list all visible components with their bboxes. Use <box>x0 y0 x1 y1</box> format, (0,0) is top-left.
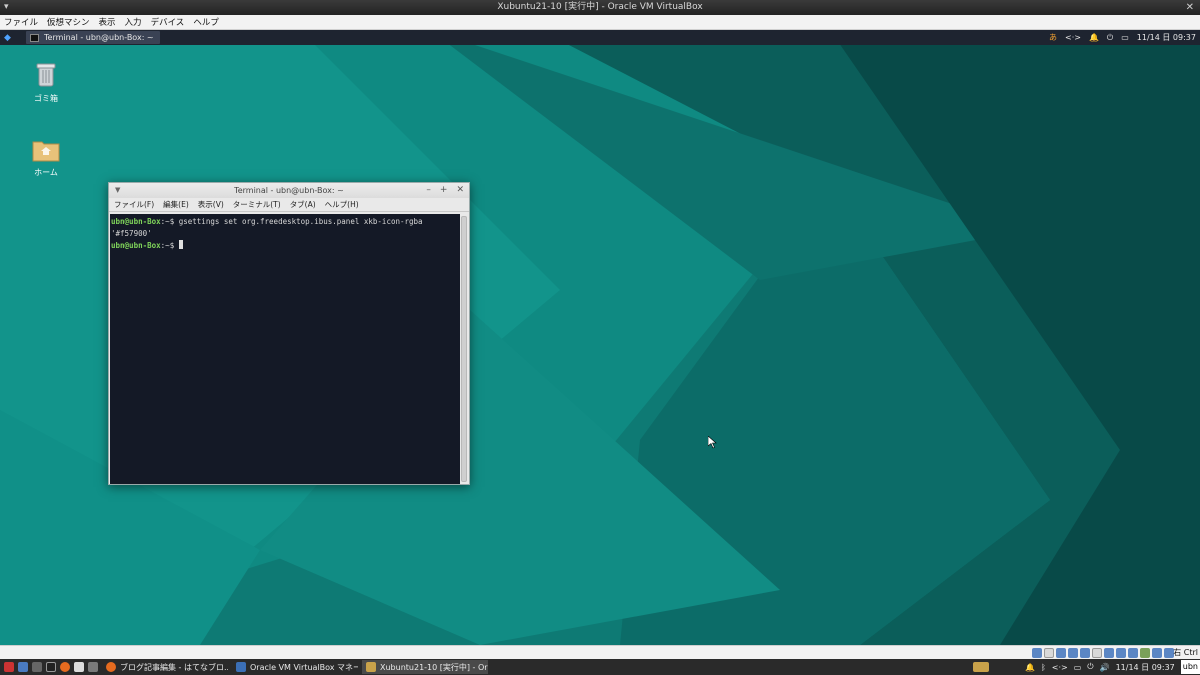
prompt-suffix: :~$ <box>160 241 179 250</box>
host-key-label: 右 Ctrl <box>1173 648 1198 657</box>
host-taskbar: ブログ記事編集 - はてなブロ... Oracle VM VirtualBox … <box>0 659 1200 675</box>
scrollbar-thumb[interactable] <box>461 216 467 482</box>
desktop-icon-trash[interactable]: ゴミ箱 <box>26 62 66 104</box>
host-task-label: Oracle VM VirtualBox マネー... <box>250 662 358 672</box>
desktop-icon-label: ホーム <box>34 168 58 177</box>
host-power-icon[interactable]: ⏻ <box>1087 662 1093 672</box>
hdd-status-icon[interactable] <box>1032 648 1042 658</box>
terminal-menu-help[interactable]: ヘルプ(H) <box>325 199 359 210</box>
notification-bell-icon[interactable]: 🔔 <box>1089 33 1099 42</box>
terminal-menu-edit[interactable]: 編集(E) <box>163 199 189 210</box>
close-window-icon[interactable]: ✕ <box>1186 0 1194 15</box>
firefox-icon <box>106 662 116 672</box>
panel-task-terminal[interactable]: Terminal - ubn@ubn-Box: ~ <box>26 31 160 44</box>
prompt-user: ubn@ubn-Box <box>111 241 161 250</box>
prompt-user: ubn@ubn-Box <box>111 217 161 226</box>
usb-status-icon[interactable] <box>1080 648 1090 658</box>
bluetooth-icon[interactable]: ᛒ <box>1041 663 1046 672</box>
vbox-titlebar: ▾ Xubuntu21-10 [実行中] - Oracle VM Virtual… <box>0 0 1200 15</box>
terminal-menu-tabs[interactable]: タブ(A) <box>290 199 316 210</box>
terminal-titlebar[interactable]: ▼ Terminal - ubn@ubn-Box: ~ – + ✕ <box>109 183 469 198</box>
recording-icon[interactable] <box>1116 648 1126 658</box>
host-network-icon[interactable]: <·> <box>1052 663 1068 672</box>
host-display-icon[interactable]: ▭ <box>1074 663 1082 672</box>
vbox-window-title: Xubuntu21-10 [実行中] - Oracle VM VirtualBo… <box>497 2 703 12</box>
keyboard-status-icon[interactable] <box>1152 648 1162 658</box>
network-icon[interactable]: <·> <box>1065 33 1081 42</box>
guest-top-panel: ◆ Terminal - ubn@ubn-Box: ~ あ <·> 🔔 ⏻ ▭ … <box>0 30 1200 45</box>
shared-folder-icon[interactable] <box>1092 648 1102 658</box>
terminal-menu-file[interactable]: ファイル(F) <box>114 199 154 210</box>
guest-tray: あ <·> 🔔 ⏻ ▭ 11/14 日 09:37 <box>1049 30 1196 45</box>
vbox-statusbar: 右 Ctrl <box>0 645 1200 659</box>
maximize-icon[interactable]: + <box>440 183 448 198</box>
terminal-menubar: ファイル(F) 編集(E) 表示(V) ターミナル(T) タブ(A) ヘルプ(H… <box>109 198 469 212</box>
vbox-menubar: ファイル 仮想マシン 表示 入力 デバイス ヘルプ <box>0 15 1200 30</box>
host-volume-icon[interactable]: 🔊 <box>1100 663 1110 672</box>
mouse-pointer-icon <box>708 436 717 449</box>
mouse-integration-icon[interactable] <box>1140 648 1150 658</box>
host-bell-icon[interactable]: 🔔 <box>1025 663 1035 672</box>
host-task-firefox[interactable]: ブログ記事編集 - はてなブロ... <box>102 660 228 674</box>
vbox-menu-view[interactable]: 表示 <box>99 16 116 28</box>
prompt-suffix: :~$ <box>160 217 179 226</box>
host-user-button[interactable]: ubn <box>1180 660 1200 674</box>
battery-icon[interactable]: ▭ <box>1121 33 1129 42</box>
terminal-line: ubn@ubn-Box:~$ <box>111 240 460 252</box>
terminal-window[interactable]: ▼ Terminal - ubn@ubn-Box: ~ – + ✕ ファイル(F… <box>108 182 470 485</box>
host-tray: 🔔 ᛒ <·> ▭ ⏻ 🔊 11/14 日 09:37 ubn <box>969 659 1200 675</box>
host-task-label: Xubuntu21-10 [実行中] - Ora... <box>380 662 488 672</box>
desktop-icon-label: ゴミ箱 <box>34 94 58 103</box>
vbox-menu-devices[interactable]: デバイス <box>151 16 185 28</box>
vbox-menu-machine[interactable]: 仮想マシン <box>47 16 90 28</box>
show-desktop-icon[interactable] <box>18 662 28 672</box>
minimize-icon[interactable]: – <box>426 183 431 198</box>
terminal-menu-view[interactable]: 表示(V) <box>198 199 224 210</box>
home-folder-icon <box>32 141 60 162</box>
window-menu-icon[interactable]: ▼ <box>115 183 120 198</box>
virtualbox-icon <box>236 662 246 672</box>
audio-status-icon[interactable] <box>1056 648 1066 658</box>
app-launcher-icon[interactable] <box>88 662 98 672</box>
file-manager-icon[interactable] <box>32 662 42 672</box>
terminal-icon <box>30 33 39 42</box>
vbox-menu-file[interactable]: ファイル <box>4 16 38 28</box>
host-task-virtualbox-manager[interactable]: Oracle VM VirtualBox マネー... <box>232 660 358 674</box>
terminal-launcher-icon[interactable] <box>46 662 56 672</box>
display-status-icon[interactable] <box>1104 648 1114 658</box>
vbox-menu-help[interactable]: ヘルプ <box>193 16 219 28</box>
host-task-vm[interactable]: Xubuntu21-10 [実行中] - Ora... <box>362 660 488 674</box>
terminal-scrollbar[interactable] <box>460 214 468 484</box>
network-status-icon[interactable] <box>1068 648 1078 658</box>
text-cursor <box>178 240 183 249</box>
close-icon[interactable]: ✕ <box>456 183 464 198</box>
desktop-icon-home[interactable]: ホーム <box>26 138 66 178</box>
guest-clock[interactable]: 11/14 日 09:37 <box>1137 32 1196 43</box>
trash-icon <box>36 63 56 87</box>
vbox-tray-icon[interactable] <box>972 662 989 672</box>
window-menu-icon[interactable]: ▾ <box>4 0 9 15</box>
host-menu-icon[interactable] <box>4 662 14 672</box>
vbox-menu-input[interactable]: 入力 <box>125 16 142 28</box>
ibus-icon[interactable]: あ <box>1049 32 1057 43</box>
terminal-title: Terminal - ubn@ubn-Box: ~ <box>234 186 344 195</box>
terminal-output[interactable]: ubn@ubn-Box:~$ gsettings set org.freedes… <box>110 214 461 484</box>
whisker-menu-icon[interactable]: ◆ <box>4 33 16 43</box>
host-task-label: ブログ記事編集 - はてなブロ... <box>120 662 228 672</box>
panel-task-label: Terminal - ubn@ubn-Box: ~ <box>44 33 154 42</box>
optical-drive-icon[interactable] <box>1044 648 1054 658</box>
power-icon[interactable]: ⏻ <box>1107 33 1113 43</box>
host-clock[interactable]: 11/14 日 09:37 <box>1116 662 1175 673</box>
text-editor-icon[interactable] <box>74 662 84 672</box>
virtualbox-vm-icon <box>366 662 376 672</box>
terminal-menu-terminal[interactable]: ターミナル(T) <box>233 199 281 210</box>
terminal-line: ubn@ubn-Box:~$ gsettings set org.freedes… <box>111 216 460 240</box>
firefox-launcher-icon[interactable] <box>60 662 70 672</box>
cpu-status-icon[interactable] <box>1128 648 1138 658</box>
